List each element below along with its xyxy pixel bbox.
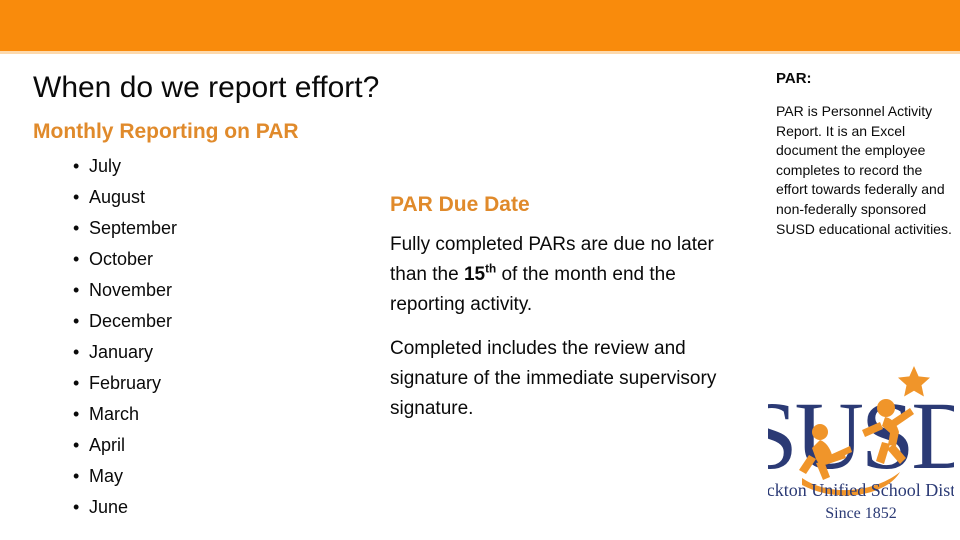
susd-logo: SUSD Stockton Unified School Dis (768, 360, 954, 532)
list-item: • April (64, 430, 177, 461)
page-title: When do we report effort? (33, 71, 380, 104)
bullet-icon: • (73, 280, 80, 300)
bullet-icon: • (73, 187, 80, 207)
bullet-icon: • (73, 466, 80, 486)
list-item: • September (64, 213, 177, 244)
list-item-label: May (89, 466, 124, 486)
list-item-label: September (89, 218, 178, 238)
bullet-icon: • (73, 497, 80, 517)
list-item-label: January (89, 342, 154, 362)
logo-district-name: Stockton Unified School District (768, 480, 954, 500)
list-item: • January (64, 337, 177, 368)
par-definition-heading: PAR: (776, 70, 812, 87)
par-definition-block: PAR: PAR is Personnel Activity Report. I… (776, 69, 952, 239)
list-item: • August (64, 182, 177, 213)
list-item-label: November (89, 280, 173, 300)
header-banner (0, 0, 960, 51)
slide: When do we report effort? Monthly Report… (0, 0, 960, 540)
list-item-label: June (89, 497, 129, 517)
list-item: • October (64, 244, 177, 275)
bullet-icon: • (73, 373, 80, 393)
list-item: • December (64, 306, 177, 337)
bullet-icon: • (73, 311, 80, 331)
list-item: • May (64, 461, 177, 492)
bullet-icon: • (73, 218, 80, 238)
list-item: • November (64, 275, 177, 306)
list-item-label: February (89, 373, 162, 393)
list-item: • July (64, 151, 177, 182)
logo-acronym: SUSD (768, 382, 954, 489)
list-item: • June (64, 492, 177, 523)
bullet-icon: • (73, 156, 80, 176)
par-due-date-block: PAR Due Date Fully completed PARs are du… (390, 190, 730, 424)
list-item: • March (64, 399, 177, 430)
par-due-date-heading: PAR Due Date (390, 193, 530, 216)
bullet-icon: • (73, 435, 80, 455)
bullet-icon: • (73, 249, 80, 269)
list-item-label: March (89, 404, 140, 424)
list-item-label: April (89, 435, 126, 455)
list-item: • February (64, 368, 177, 399)
par-definition-paragraph: PAR is Personnel Activity Report. It is … (776, 103, 952, 237)
due-day-ordinal-suffix: th (485, 262, 497, 276)
page-subtitle: Monthly Reporting on PAR (33, 120, 299, 143)
list-item-label: October (89, 249, 154, 269)
logo-tagline: Since 1852 (825, 505, 897, 522)
bullet-icon: • (73, 404, 80, 424)
bullet-icon: • (73, 342, 80, 362)
list-item-label: August (89, 187, 146, 207)
list-item-label: July (89, 156, 122, 176)
month-list: • July • August • September • October • … (64, 151, 177, 523)
par-due-date-paragraph-1: Fully completed PARs are due no later th… (390, 230, 730, 320)
header-banner-underline (0, 51, 960, 54)
par-due-date-paragraph-2: Completed includes the review and signat… (390, 338, 717, 419)
due-day-number: 15 (463, 264, 486, 285)
list-item-label: December (89, 311, 173, 331)
